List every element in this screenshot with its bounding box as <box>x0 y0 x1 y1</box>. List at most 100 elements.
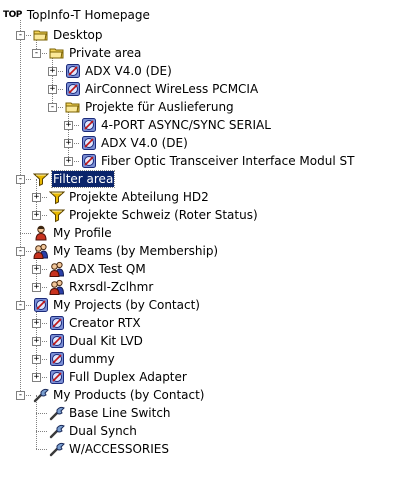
project-icon <box>81 117 97 133</box>
product-icon <box>33 387 49 403</box>
tree-item-desktop[interactable]: Desktop <box>33 26 104 44</box>
tree-branch-line <box>20 233 31 234</box>
team-icon <box>49 261 65 277</box>
expand-toggle-rxrsdl[interactable]: + <box>32 283 41 292</box>
team-icon <box>33 243 49 259</box>
filter-icon <box>33 171 49 187</box>
expand-toggle-4-port[interactable]: + <box>64 121 73 130</box>
project-icon <box>49 351 65 367</box>
expand-toggle-adx-test-qm[interactable]: + <box>32 265 41 274</box>
expand-toggle-projekte-hd2[interactable]: + <box>32 193 41 202</box>
project-icon <box>49 369 65 385</box>
tree-item-label: ADX V4.0 (DE) <box>85 64 172 78</box>
tree-item-label: Dual Synch <box>69 424 137 438</box>
folder-open-icon <box>49 45 65 61</box>
product-icon <box>49 405 65 421</box>
tree-item-label: My Products (by Contact) <box>53 388 205 402</box>
tree-branch-line <box>36 449 47 450</box>
tree-item-label: Base Line Switch <box>69 406 171 420</box>
folder-open-icon <box>33 27 49 43</box>
collapse-toggle-desktop[interactable]: - <box>16 31 25 40</box>
tree-item-projekte-auslieferung[interactable]: Projekte für Auslieferung <box>65 98 235 116</box>
tree-item-my-products[interactable]: My Products (by Contact) <box>33 386 205 404</box>
tree-item-rxrsdl[interactable]: Rxrsdl-Zclhmr <box>49 278 154 296</box>
tree-item-filter-area[interactable]: Filter area <box>33 170 116 188</box>
tree-item-label: ADX V4.0 (DE) <box>101 136 188 150</box>
tree-item-adx-test-qm[interactable]: ADX Test QM <box>49 260 147 278</box>
collapse-toggle-my-teams[interactable]: - <box>16 247 25 256</box>
project-icon <box>65 63 81 79</box>
tree-branch-line <box>36 413 47 414</box>
tree-item-adx-v40-de-2[interactable]: ADX V4.0 (DE) <box>81 134 189 152</box>
collapse-toggle-my-products[interactable]: - <box>16 391 25 400</box>
person-icon <box>33 225 49 241</box>
product-icon <box>49 423 65 439</box>
collapse-toggle-private-area[interactable]: - <box>32 49 41 58</box>
expand-toggle-projekte-schweiz[interactable]: + <box>32 211 41 220</box>
project-icon <box>33 297 49 313</box>
tree-item-adx-v40-de-1[interactable]: ADX V4.0 (DE) <box>65 62 173 80</box>
tree-item-dummy[interactable]: dummy <box>49 350 116 368</box>
folder-open-icon <box>65 99 81 115</box>
tree-item-label: Private area <box>69 46 142 60</box>
tree-item-private-area[interactable]: Private area <box>49 44 142 62</box>
tree-item-label: W/ACCESSORIES <box>69 442 170 456</box>
tree-branch-line <box>36 431 47 432</box>
project-icon <box>65 81 81 97</box>
tree-item-label: Creator RTX <box>69 316 141 330</box>
topinfo-tree: TOP TopInfo-T Homepage - Desktop - Private … <box>0 0 413 489</box>
tree-item-dual-kit-lvd[interactable]: Dual Kit LVD <box>49 332 144 350</box>
tree-item-label: Desktop <box>53 28 103 42</box>
tree-item-label: Projekte Schweiz (Roter Status) <box>69 208 258 222</box>
project-icon <box>81 153 97 169</box>
project-icon <box>81 135 97 151</box>
collapse-toggle-my-projects[interactable]: - <box>16 301 25 310</box>
tree-item-4-port[interactable]: 4-PORT ASYNC/SYNC SERIAL <box>81 116 272 134</box>
team-icon <box>49 279 65 295</box>
top-logo: TOP <box>3 10 22 20</box>
tree-item-my-profile[interactable]: My Profile <box>33 224 113 242</box>
tree-item-label: Projekte für Auslieferung <box>85 100 234 114</box>
tree-item-full-duplex[interactable]: Full Duplex Adapter <box>49 368 188 386</box>
tree-connector-line <box>20 20 21 395</box>
tree-item-projekte-schweiz[interactable]: Projekte Schweiz (Roter Status) <box>49 206 259 224</box>
expand-toggle-fiber-optic[interactable]: + <box>64 157 73 166</box>
expand-toggle-dual-kit-lvd[interactable]: + <box>32 337 41 346</box>
tree-item-label: ADX Test QM <box>69 262 146 276</box>
expand-toggle-dummy[interactable]: + <box>32 355 41 364</box>
tree-item-dual-synch[interactable]: Dual Synch <box>49 422 138 440</box>
tree-item-label: Projekte Abteilung HD2 <box>69 190 209 204</box>
expand-toggle-airconnect[interactable]: + <box>48 85 57 94</box>
project-icon <box>49 333 65 349</box>
tree-item-label: Rxrsdl-Zclhmr <box>69 280 154 294</box>
filter-icon <box>49 207 65 223</box>
tree-item-label: My Profile <box>53 226 112 240</box>
tree-item-label: AirConnect WireLess PCMCIA <box>85 82 259 96</box>
tree-item-waccessories[interactable]: W/ACCESSORIES <box>49 440 170 458</box>
tree-item-label: Filter area <box>50 170 116 188</box>
tree-item-projekte-hd2[interactable]: Projekte Abteilung HD2 <box>49 188 210 206</box>
collapse-toggle-projekte-auslieferung[interactable]: - <box>48 103 57 112</box>
collapse-toggle-filter-area[interactable]: - <box>16 175 25 184</box>
expand-toggle-adx-v40-de-1[interactable]: + <box>48 67 57 76</box>
tree-root[interactable]: TOP TopInfo-T Homepage <box>3 6 151 24</box>
expand-toggle-adx-v40-de-2[interactable]: + <box>64 139 73 148</box>
expand-toggle-full-duplex[interactable]: + <box>32 373 41 382</box>
expand-toggle-creator-rtx[interactable]: + <box>32 319 41 328</box>
tree-item-airconnect[interactable]: AirConnect WireLess PCMCIA <box>65 80 259 98</box>
filter-icon <box>49 189 65 205</box>
tree-item-my-teams[interactable]: My Teams (by Membership) <box>33 242 219 260</box>
tree-item-label: Fiber Optic Transceiver Interface Modul … <box>101 154 355 168</box>
tree-item-my-projects[interactable]: My Projects (by Contact) <box>33 296 201 314</box>
tree-item-creator-rtx[interactable]: Creator RTX <box>49 314 142 332</box>
root-label[interactable]: TopInfo-T Homepage <box>26 7 151 23</box>
tree-item-label: My Teams (by Membership) <box>53 244 219 258</box>
tree-item-fiber-optic[interactable]: Fiber Optic Transceiver Interface Modul … <box>81 152 355 170</box>
tree-item-label: Full Duplex Adapter <box>69 370 187 384</box>
product-icon <box>49 441 65 457</box>
tree-item-label: My Projects (by Contact) <box>53 298 200 312</box>
tree-item-base-line-switch[interactable]: Base Line Switch <box>49 404 172 422</box>
tree-item-label: 4-PORT ASYNC/SYNC SERIAL <box>101 118 271 132</box>
tree-item-label: dummy <box>69 352 115 366</box>
tree-item-label: Dual Kit LVD <box>69 334 143 348</box>
